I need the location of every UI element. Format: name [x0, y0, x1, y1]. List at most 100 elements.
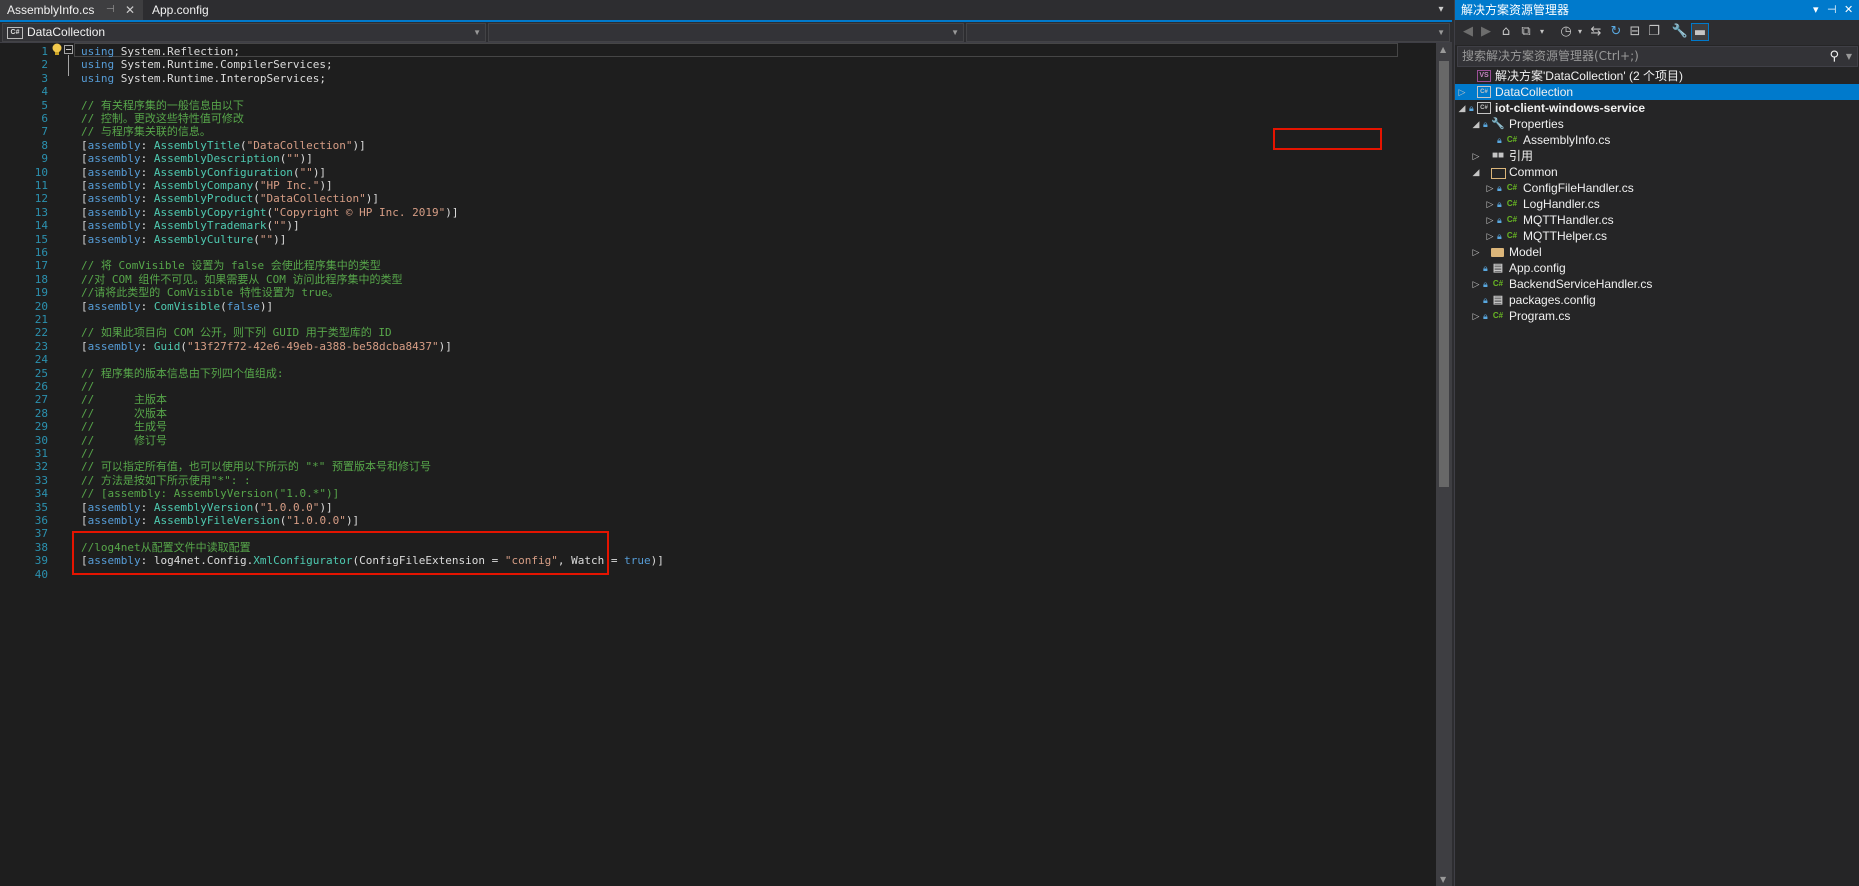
back-icon[interactable]: ◀: [1459, 23, 1477, 41]
expand-toggle-icon[interactable]: ▷: [1471, 276, 1481, 292]
refresh-icon[interactable]: ↻: [1607, 23, 1625, 41]
member-dropdown[interactable]: ▼: [966, 23, 1450, 42]
tree-item[interactable]: ▷ 🔒︎ C# MQTTHelper.cs: [1455, 228, 1859, 244]
code-token: :: [140, 138, 154, 152]
code-token: false: [226, 299, 260, 313]
pin-icon[interactable]: ⊣: [1827, 0, 1837, 20]
csproj-icon: C#: [7, 26, 23, 39]
tree-item[interactable]: ◢ Common: [1455, 164, 1859, 180]
tree-item[interactable]: ▷ 🔒︎ C# Program.cs: [1455, 308, 1859, 324]
code-token: :: [140, 192, 154, 206]
expand-toggle-icon[interactable]: ▷: [1471, 308, 1481, 324]
expand-toggle-icon[interactable]: ◢: [1471, 164, 1481, 180]
close-icon[interactable]: ✕: [1844, 0, 1853, 20]
tree-item[interactable]: 🔒︎ C# AssemblyInfo.cs: [1455, 132, 1859, 148]
tree-item[interactable]: ◢ 🔒︎ C# iot-client-windows-service: [1455, 100, 1859, 116]
lock-icon: 🔒︎: [1497, 199, 1502, 209]
collapse-all-icon[interactable]: ⊟: [1626, 23, 1644, 41]
code-token: )]: [299, 152, 313, 166]
tree-item[interactable]: ▷ 🔒︎ C# ConfigFileHandler.cs: [1455, 180, 1859, 196]
preview-icon[interactable]: ▬: [1691, 23, 1709, 41]
code-token: )]: [273, 232, 287, 246]
expand-toggle-icon[interactable]: ◢: [1457, 100, 1467, 116]
home-icon[interactable]: ⌂: [1497, 23, 1515, 41]
dropdown-icon[interactable]: ▾: [1813, 0, 1819, 20]
sync-icon[interactable]: ⇆: [1587, 23, 1605, 41]
code-token: [: [81, 500, 88, 514]
code-token: using: [81, 58, 115, 72]
tree-item[interactable]: 🔒︎ ▤ App.config: [1455, 260, 1859, 276]
code-token: assembly: [87, 299, 141, 313]
tree-item[interactable]: ▷ 🔒︎ C# BackendServiceHandler.cs: [1455, 276, 1859, 292]
solution-icon: VS: [1477, 70, 1491, 82]
config-icon: ▤: [1492, 262, 1504, 274]
code-token: AssemblyTrademark: [153, 219, 267, 233]
solution-search-input[interactable]: 搜索解决方案资源管理器(Ctrl+;) ⚲ ▼: [1457, 46, 1858, 67]
tab-label: App.config: [152, 3, 209, 17]
tree-item[interactable]: ▷ 🔒︎ C# LogHandler.cs: [1455, 196, 1859, 212]
collapse-icon[interactable]: [64, 45, 73, 54]
scrollbar-thumb[interactable]: [1439, 61, 1449, 487]
code-token: // 次版本: [81, 406, 167, 420]
code-token: )]: [312, 165, 327, 179]
search-placeholder: 搜索解决方案资源管理器(Ctrl+;): [1462, 49, 1639, 63]
pin-icon[interactable]: ⊣: [106, 0, 115, 20]
tree-item[interactable]: ◢ 🔒︎ 🔧 Properties: [1455, 116, 1859, 132]
scroll-up-icon[interactable]: ▲: [1440, 45, 1446, 54]
expand-toggle-icon[interactable]: ◢: [1471, 116, 1481, 132]
tree-item[interactable]: ▷ 🔒︎ C# MQTTHandler.cs: [1455, 212, 1859, 228]
code-token: // 控制。更改这些特性值可修改: [81, 112, 244, 125]
type-dropdown[interactable]: ▼: [488, 23, 964, 42]
expand-toggle-icon[interactable]: ▷: [1485, 180, 1495, 196]
chevron-down-icon[interactable]: ▼: [1846, 47, 1852, 66]
tree-item[interactable]: ▷ ■■ 引用: [1455, 148, 1859, 164]
tree-item[interactable]: ▷ C# DataCollection: [1455, 84, 1859, 100]
tree-item-label: iot-client-windows-service: [1495, 101, 1646, 115]
vertical-scrollbar[interactable]: ▲ ▼: [1436, 43, 1452, 886]
panel-title: 解决方案资源管理器: [1461, 3, 1570, 17]
chevron-down-icon[interactable]: ▾: [1533, 23, 1551, 41]
expand-toggle-icon[interactable]: ▷: [1485, 228, 1495, 244]
code-token: [: [81, 138, 88, 152]
search-icon[interactable]: ⚲: [1829, 47, 1839, 66]
expand-toggle-icon[interactable]: ▷: [1471, 244, 1481, 260]
expand-toggle-icon[interactable]: ▷: [1485, 212, 1495, 228]
tree-item-label: Model: [1509, 245, 1542, 259]
code-token: assembly: [87, 232, 141, 246]
chevron-down-icon[interactable]: ▾: [1434, 2, 1448, 18]
tree-item[interactable]: ▷ Model: [1455, 244, 1859, 260]
code-token: [: [81, 192, 88, 206]
code-token: ComVisible: [153, 299, 221, 313]
code-text-area[interactable]: 1 2 3 4 5 6 7 8 9 10 11 12 13 14 15 16 17 18 19 20 21 22 23 24 2…: [0, 43, 1436, 886]
close-icon[interactable]: ✕: [125, 0, 135, 20]
tree-item-label: 引用: [1509, 149, 1534, 163]
properties-icon[interactable]: 🔧: [1671, 23, 1689, 41]
tree-item-label: MQTTHandler.cs: [1523, 213, 1614, 227]
expand-toggle-icon[interactable]: ▷: [1471, 148, 1481, 164]
tree-item[interactable]: VS 解决方案'DataCollection' (2 个项目): [1455, 68, 1859, 84]
lightbulb-icon[interactable]: [51, 43, 63, 57]
chevron-down-icon: ▼: [1437, 28, 1445, 37]
code-token: [: [81, 219, 88, 233]
code-token: )]: [259, 299, 274, 313]
code-token: "": [299, 165, 313, 179]
show-all-files-icon[interactable]: ❐: [1645, 23, 1663, 41]
code-line: using System.Runtime.InteropServices;: [81, 71, 326, 86]
code-token: assembly: [87, 205, 141, 219]
tree-item[interactable]: 🔒︎ ▤ packages.config: [1455, 292, 1859, 308]
tab-app-config[interactable]: App.config: [145, 0, 240, 20]
lock-icon: 🔒︎: [1469, 103, 1474, 113]
forward-icon[interactable]: ▶: [1477, 23, 1495, 41]
expand-toggle-icon[interactable]: ▷: [1485, 196, 1495, 212]
code-token: :: [140, 232, 154, 246]
scroll-down-icon[interactable]: ▼: [1440, 875, 1446, 884]
tab-label: AssemblyInfo.cs: [7, 3, 95, 17]
project-dropdown[interactable]: C# DataCollection ▼: [2, 23, 486, 42]
code-token: // 可以指定所有值，也可以使用以下所示的 "*" 预置版本号和修订号: [81, 460, 431, 474]
code-token: AssemblyProduct: [153, 192, 254, 206]
tab-assemblyinfo[interactable]: AssemblyInfo.cs ⊣ ✕: [0, 0, 143, 20]
csproj-icon: C#: [1477, 86, 1491, 98]
code-token: assembly: [87, 514, 141, 527]
code-token: )]: [352, 138, 366, 152]
expand-toggle-icon[interactable]: ▷: [1457, 84, 1467, 100]
